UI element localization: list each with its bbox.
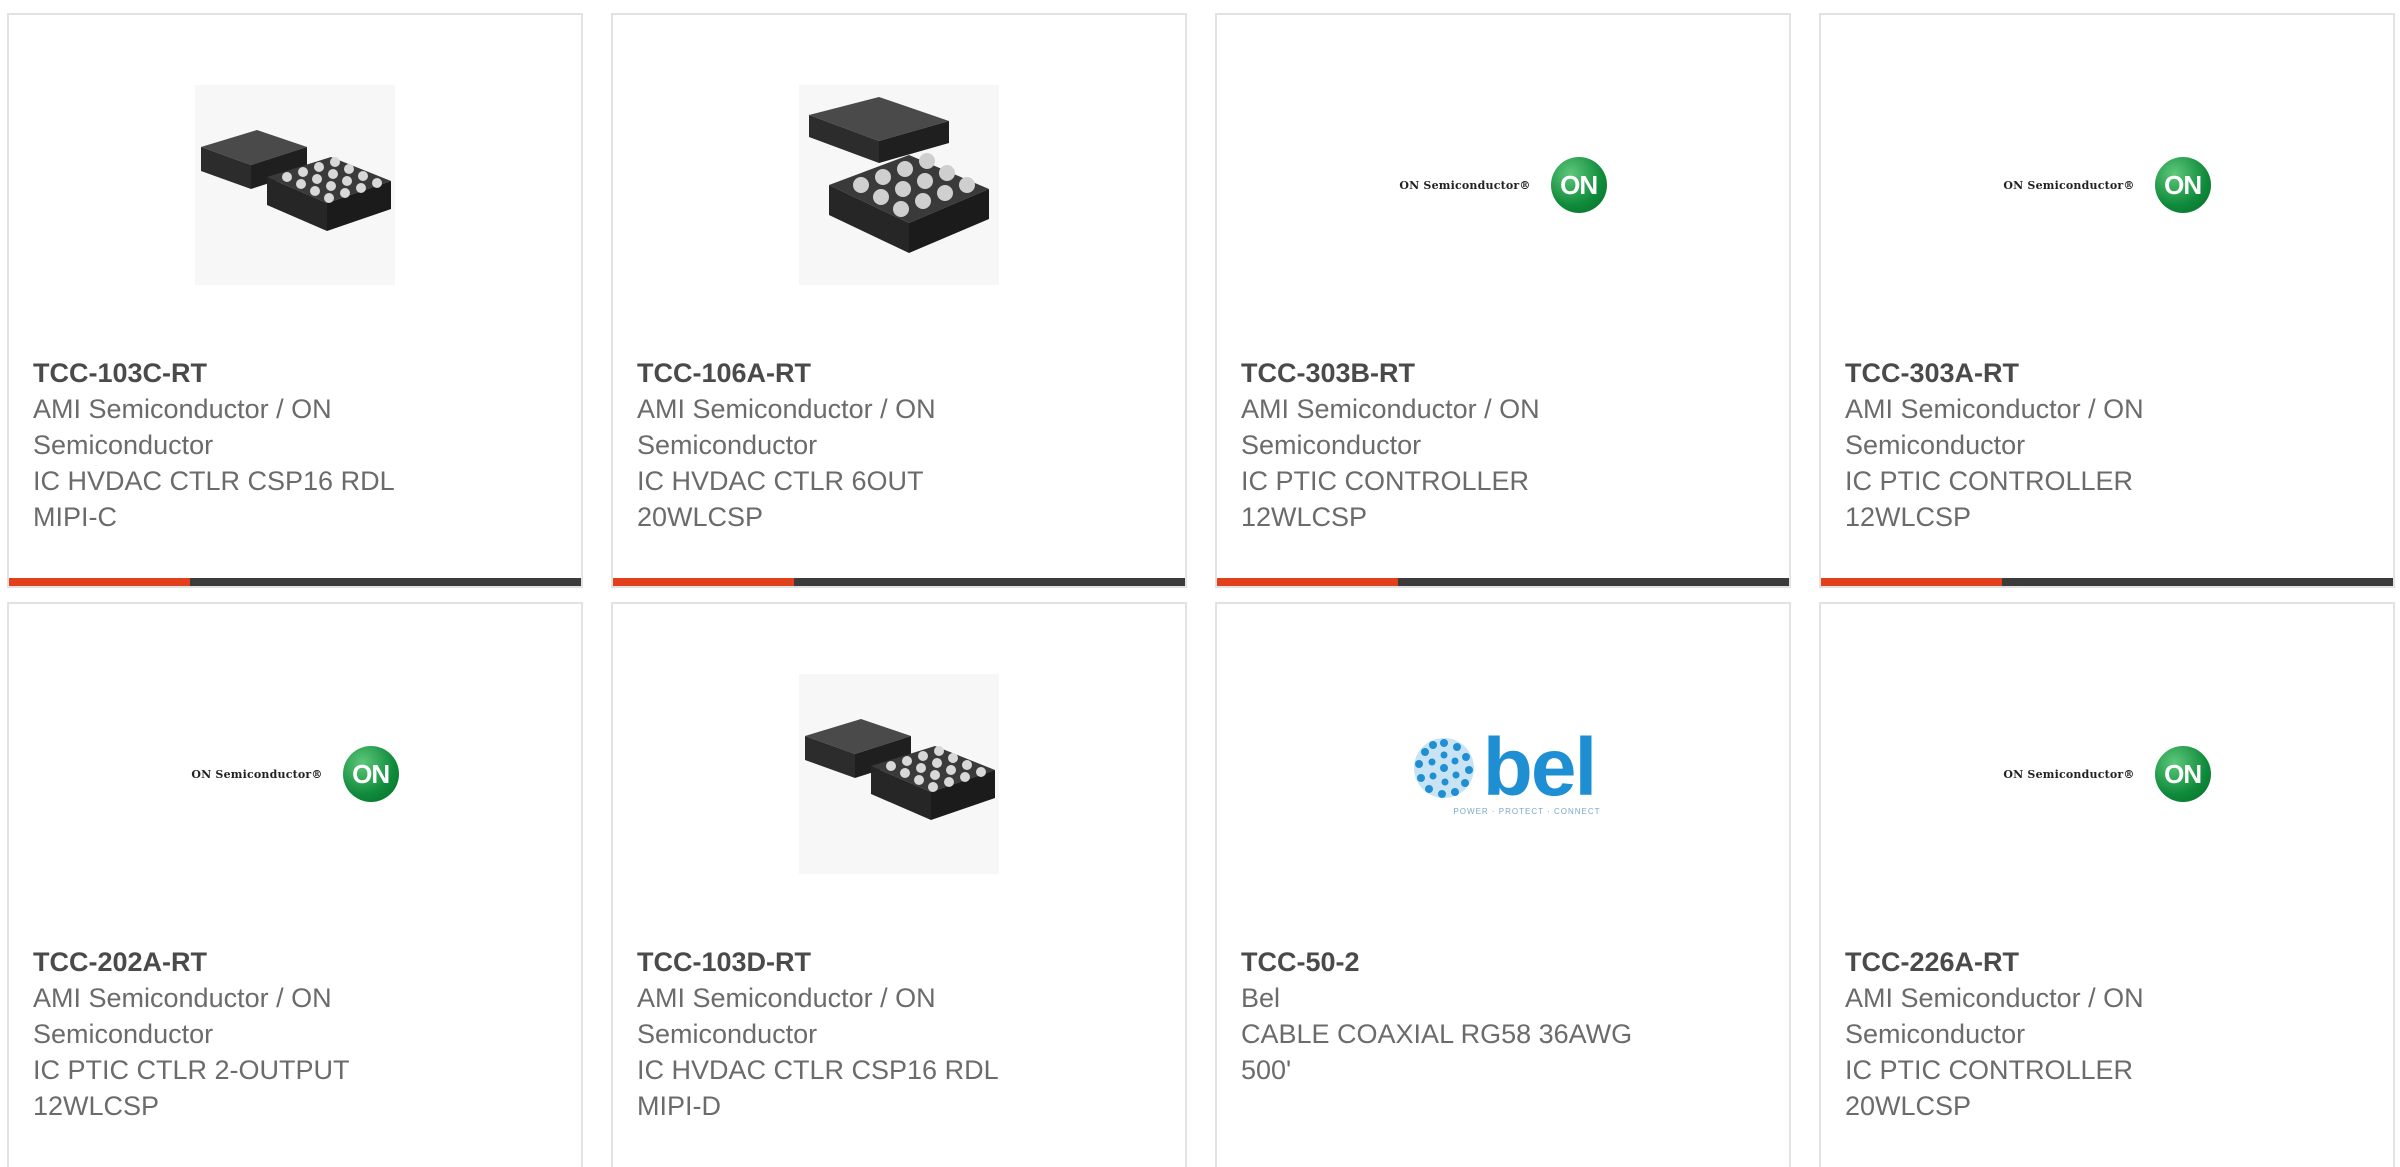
chip-package-icon — [195, 85, 395, 285]
manufacturer: Bel — [1241, 983, 1281, 1013]
part-number[interactable]: TCC-50-2 — [1241, 944, 1641, 980]
description: IC PTIC CONTROLLER 20WLCSP — [1845, 1055, 2134, 1121]
accent-bar — [613, 578, 794, 586]
card-bottom-bar — [1821, 578, 2393, 586]
part-number[interactable]: TCC-303A-RT — [1845, 355, 2245, 391]
bel-tagline: POWER · PROTECT · CONNECT — [1453, 806, 1601, 816]
description: IC PTIC CONTROLLER 12WLCSP — [1241, 466, 1530, 532]
manufacturer: AMI Semiconductor / ON Semiconductor — [1241, 394, 1540, 460]
manufacturer: AMI Semiconductor / ON Semiconductor — [637, 394, 936, 460]
description: IC PTIC CONTROLLER 12WLCSP — [1845, 466, 2134, 532]
product-card[interactable]: TCC-103D-RT AMI Semiconductor / ON Semic… — [611, 602, 1187, 1167]
bel-wordmark: bel — [1482, 721, 1597, 813]
on-circle-icon: ON — [342, 746, 399, 802]
description: IC HVDAC CTLR CSP16 RDL MIPI-C — [33, 466, 394, 532]
part-number[interactable]: TCC-303B-RT — [1241, 355, 1641, 391]
product-image[interactable]: bel POWER · PROTECT · CONNECT — [1217, 644, 1789, 904]
manufacturer: AMI Semiconductor / ON Semiconductor — [637, 983, 936, 1049]
part-number[interactable]: TCC-226A-RT — [1845, 944, 2245, 980]
part-number[interactable]: TCC-103C-RT — [33, 355, 433, 391]
product-card[interactable]: ON Semiconductor® ON TCC-303B-RT AMI Sem… — [1215, 13, 1791, 588]
part-number[interactable]: TCC-103D-RT — [637, 944, 1037, 980]
product-grid: TCC-103C-RT AMI Semiconductor / ON Semic… — [0, 0, 2400, 1167]
logo-wordmark: ON Semiconductor® — [2003, 178, 2135, 192]
product-card[interactable]: ON Semiconductor® ON TCC-226A-RT AMI Sem… — [1819, 602, 2395, 1167]
logo-wordmark: ON Semiconductor® — [1399, 178, 1531, 192]
product-image[interactable]: ON Semiconductor® ON — [1821, 55, 2393, 315]
description: IC HVDAC CTLR 6OUT 20WLCSP — [637, 466, 924, 532]
accent-bar — [1217, 578, 1398, 586]
product-card[interactable]: TCC-106A-RT AMI Semiconductor / ON Semic… — [611, 13, 1187, 588]
product-image[interactable]: ON Semiconductor® ON — [1821, 644, 2393, 904]
product-card[interactable]: TCC-103C-RT AMI Semiconductor / ON Semic… — [7, 13, 583, 588]
card-bottom-bar — [9, 578, 581, 586]
accent-bar — [9, 578, 190, 586]
accent-bar — [1821, 578, 2002, 586]
product-card[interactable]: bel POWER · PROTECT · CONNECT TCC-50-2 B… — [1215, 602, 1791, 1167]
logo-wordmark: ON Semiconductor® — [2003, 767, 2135, 781]
card-bottom-bar — [613, 578, 1185, 586]
manufacturer: AMI Semiconductor / ON Semiconductor — [1845, 983, 2144, 1049]
part-number[interactable]: TCC-202A-RT — [33, 944, 433, 980]
chip-package-icon — [799, 674, 999, 874]
manufacturer: AMI Semiconductor / ON Semiconductor — [33, 983, 332, 1049]
on-semiconductor-logo: ON Semiconductor® ON — [191, 746, 399, 802]
logo-wordmark: ON Semiconductor® — [191, 767, 323, 781]
on-circle-icon: ON — [1550, 157, 1607, 213]
product-image[interactable]: ON Semiconductor® ON — [1217, 55, 1789, 315]
product-image[interactable] — [613, 644, 1185, 904]
on-circle-icon: ON — [2154, 157, 2211, 213]
manufacturer: AMI Semiconductor / ON Semiconductor — [33, 394, 332, 460]
bel-globe-icon — [1413, 737, 1474, 798]
description: IC PTIC CTLR 2-OUTPUT 12WLCSP — [33, 1055, 350, 1121]
manufacturer: AMI Semiconductor / ON Semiconductor — [1845, 394, 2144, 460]
on-semiconductor-logo: ON Semiconductor® ON — [1399, 157, 1607, 213]
product-image[interactable]: ON Semiconductor® ON — [9, 644, 581, 904]
product-image[interactable] — [9, 55, 581, 315]
part-number[interactable]: TCC-106A-RT — [637, 355, 1037, 391]
on-semiconductor-logo: ON Semiconductor® ON — [2003, 746, 2211, 802]
description: CABLE COAXIAL RG58 36AWG 500' — [1241, 1019, 1633, 1085]
chip-package-icon — [799, 85, 999, 285]
card-bottom-bar — [1217, 578, 1789, 586]
bel-logo: bel POWER · PROTECT · CONNECT — [1405, 721, 1601, 816]
description: IC HVDAC CTLR CSP16 RDL MIPI-D — [637, 1055, 998, 1121]
product-card[interactable]: ON Semiconductor® ON TCC-303A-RT AMI Sem… — [1819, 13, 2395, 588]
on-circle-icon: ON — [2154, 746, 2211, 802]
on-semiconductor-logo: ON Semiconductor® ON — [2003, 157, 2211, 213]
product-image[interactable] — [613, 55, 1185, 315]
product-card[interactable]: ON Semiconductor® ON TCC-202A-RT AMI Sem… — [7, 602, 583, 1167]
